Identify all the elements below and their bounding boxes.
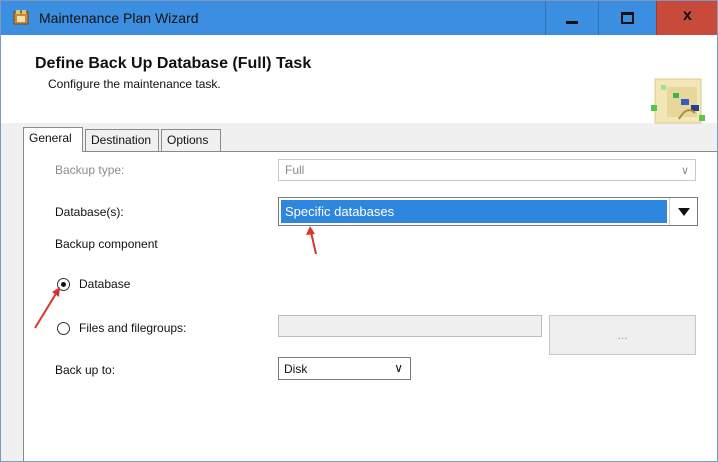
databases-dropdown-button[interactable] bbox=[669, 198, 697, 225]
back-up-to-value: Disk bbox=[284, 362, 308, 376]
backup-type-value: Full bbox=[285, 163, 305, 177]
title-bar[interactable]: Maintenance Plan Wizard x bbox=[1, 1, 717, 35]
tab-options[interactable]: Options bbox=[161, 129, 221, 151]
maintenance-plan-wizard-window: Maintenance Plan Wizard x Define Back Up… bbox=[0, 0, 718, 462]
page-subtitle: Configure the maintenance task. bbox=[48, 77, 221, 91]
back-up-to-dropdown[interactable]: Disk ∨ bbox=[278, 357, 411, 380]
backup-component-label: Backup component bbox=[55, 237, 158, 251]
files-filegroups-radio-label: Files and filegroups: bbox=[79, 321, 187, 335]
close-button[interactable]: x bbox=[656, 1, 717, 35]
radio-selected-dot bbox=[61, 282, 66, 287]
backup-type-label: Backup type: bbox=[55, 163, 125, 177]
files-filegroups-radio[interactable] bbox=[57, 322, 70, 335]
window-title: Maintenance Plan Wizard bbox=[39, 10, 199, 26]
back-up-to-label: Back up to: bbox=[55, 363, 116, 377]
minimize-icon bbox=[566, 21, 578, 24]
wizard-graphic-icon bbox=[651, 78, 705, 124]
databases-value: Specific databases bbox=[285, 204, 395, 219]
browse-button-label: ... bbox=[617, 328, 628, 342]
databases-selection: Specific databases bbox=[281, 200, 667, 223]
chevron-down-icon: ∨ bbox=[394, 361, 403, 375]
databases-label: Database(s): bbox=[55, 205, 124, 219]
browse-filegroups-button[interactable]: ... bbox=[549, 315, 696, 355]
close-icon: x bbox=[683, 7, 692, 24]
tab-general[interactable]: General bbox=[23, 127, 83, 152]
wizard-header: Define Back Up Database (Full) Task Conf… bbox=[1, 35, 717, 124]
database-radio-label: Database bbox=[79, 277, 131, 291]
maximize-button[interactable] bbox=[598, 1, 655, 35]
tab-destination[interactable]: Destination bbox=[85, 129, 159, 151]
backup-type-dropdown[interactable]: Full ∨ bbox=[278, 159, 696, 181]
database-radio[interactable] bbox=[57, 278, 70, 291]
dropdown-arrow-icon bbox=[678, 208, 690, 216]
chevron-down-icon: ∨ bbox=[680, 165, 689, 177]
wizard-app-icon bbox=[13, 10, 29, 25]
maximize-icon bbox=[621, 12, 634, 24]
files-filegroups-input[interactable] bbox=[278, 315, 542, 337]
page-title: Define Back Up Database (Full) Task bbox=[35, 55, 312, 72]
databases-dropdown[interactable]: Specific databases bbox=[278, 197, 698, 226]
minimize-button[interactable] bbox=[545, 1, 598, 35]
